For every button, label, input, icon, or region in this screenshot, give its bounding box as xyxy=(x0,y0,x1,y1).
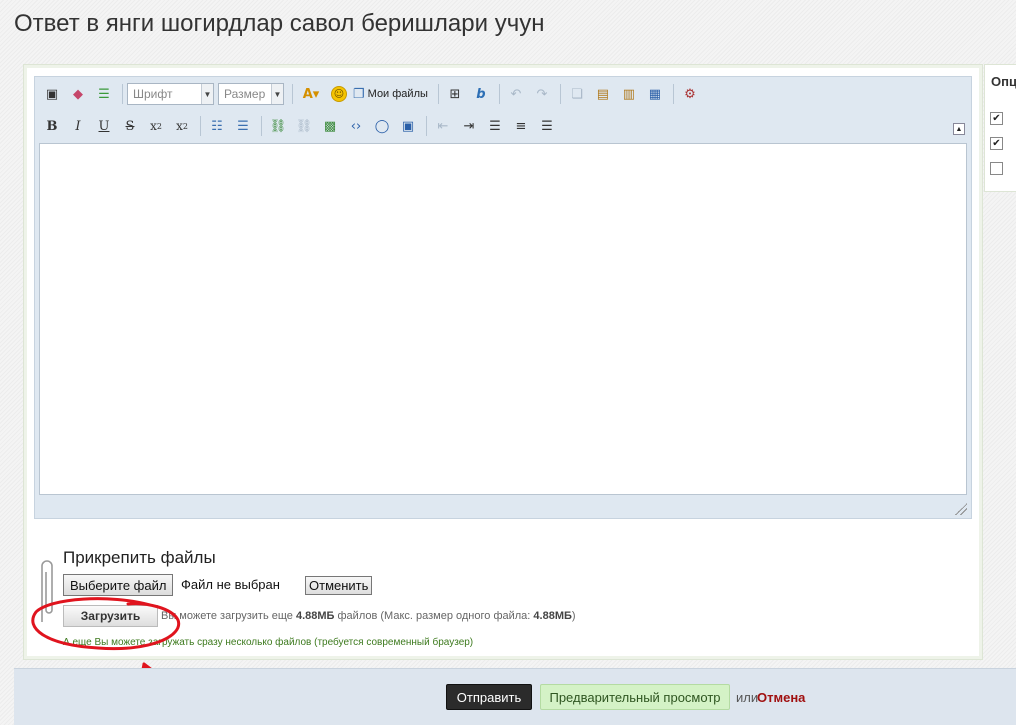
image-icon[interactable]: ▩ xyxy=(318,115,342,137)
choose-file-button[interactable]: Выберите файл xyxy=(63,574,174,596)
size-select[interactable]: Размер ▼ xyxy=(218,83,284,105)
table-icon[interactable]: ⊞ xyxy=(443,83,467,105)
my-files-icon: ❐ xyxy=(353,86,365,101)
upload-button[interactable]: Загрузить xyxy=(63,605,158,627)
my-files-button[interactable]: ❐ Мои файлы xyxy=(353,86,428,102)
editor-text-area[interactable] xyxy=(39,143,967,495)
multi-upload-note: А еще Вы можете загружать сразу нескольк… xyxy=(63,637,474,648)
attach-files-title: Прикрепить файлы xyxy=(63,548,216,567)
redo-icon[interactable]: ↷ xyxy=(530,83,554,105)
toolbar-separator xyxy=(426,116,427,136)
my-files-label: Мои файлы xyxy=(367,88,428,100)
upload-info-middle: файлов (Макс. размер одного файла: xyxy=(334,610,534,622)
or-text: или xyxy=(736,690,759,705)
smiley-face: ☺ xyxy=(331,86,347,102)
source-icon[interactable]: ▣ xyxy=(40,83,64,105)
copy-icon[interactable]: ❏ xyxy=(565,83,589,105)
toolbar-separator xyxy=(559,84,561,104)
chevron-down-icon: ▼ xyxy=(201,84,213,104)
wysiwyg-editor: ▣ ◆ ☰ Шрифт ▼ Размер ▼ A▾ ☺ ❐ Мои файлы … xyxy=(34,76,972,519)
outdent-icon[interactable]: ⇤ xyxy=(431,115,455,137)
numbered-list-icon[interactable]: ☰ xyxy=(231,115,255,137)
paperclip-icon xyxy=(41,560,53,622)
font-select[interactable]: Шрифт ▼ xyxy=(127,83,214,105)
indent-icon[interactable]: ⇥ xyxy=(457,115,481,137)
template-icon[interactable]: ☰ xyxy=(92,83,116,105)
toolbar-separator xyxy=(122,84,123,104)
paste-text-icon[interactable]: ▥ xyxy=(617,83,641,105)
toolbar-separator xyxy=(292,84,293,104)
no-file-chosen-text: Файл не выбран xyxy=(181,577,280,592)
font-select-label: Шрифт xyxy=(133,87,173,101)
align-center-icon[interactable]: ≡ xyxy=(509,115,533,137)
editor-toolbar-row-2: B I U S x2 x2 ☷ ☰ ⛓ ⛓ ▩ ‹› ◯ ▣ ⇤ ⇥ ☰ ≡ ☰ xyxy=(40,113,561,139)
paste-word-icon[interactable]: ▦ xyxy=(643,83,667,105)
toolbar-collapse-icon[interactable]: ▲ xyxy=(953,123,965,135)
cancel-link[interactable]: Отмена xyxy=(757,690,805,705)
resize-grip-icon[interactable] xyxy=(955,503,967,515)
subscript-icon[interactable]: x2 xyxy=(144,115,168,137)
upload-max-size: 4.88МБ xyxy=(533,610,572,622)
upload-info-prefix: Вы можете загрузить еще xyxy=(161,610,296,622)
option-checkbox-1[interactable]: ✔ xyxy=(990,112,1003,125)
bbcode-icon[interactable]: b xyxy=(469,83,493,105)
align-left-icon[interactable]: ☰ xyxy=(483,115,507,137)
cancel-upload-button[interactable]: Отменить xyxy=(305,576,373,595)
options-panel: Опц ✔ ✔ xyxy=(984,64,1016,192)
upload-info-suffix: ) xyxy=(571,610,576,622)
settings-icon[interactable]: ⚙ xyxy=(678,83,702,105)
upload-remaining-size: 4.88МБ xyxy=(295,610,335,622)
size-select-label: Размер xyxy=(224,87,266,101)
quote-icon[interactable]: ◯ xyxy=(370,115,394,137)
options-title: Опц xyxy=(991,74,1016,89)
unlink-icon[interactable]: ⛓ xyxy=(292,115,316,137)
italic-icon[interactable]: I xyxy=(66,115,90,137)
bold-icon[interactable]: B xyxy=(40,115,64,137)
align-right-icon[interactable]: ☰ xyxy=(535,115,559,137)
paste-icon[interactable]: ▤ xyxy=(591,83,615,105)
attach-files-section: Прикрепить файлы Выберите файл Файл не в… xyxy=(34,548,734,658)
video-icon[interactable]: ▣ xyxy=(396,115,420,137)
toolbar-separator xyxy=(672,84,674,104)
underline-icon[interactable]: U xyxy=(92,115,116,137)
toolbar-separator xyxy=(261,116,262,136)
smiley-icon[interactable]: ☺ xyxy=(327,83,351,105)
option-checkbox-3[interactable] xyxy=(990,162,1003,175)
page-title: Ответ в янги шогирдлар савол беришлари у… xyxy=(14,10,545,37)
superscript-icon[interactable]: x2 xyxy=(170,115,194,137)
strikethrough-icon[interactable]: S xyxy=(118,115,142,137)
toolbar-separator xyxy=(437,84,439,104)
bullet-list-icon[interactable]: ☷ xyxy=(205,115,229,137)
preview-button[interactable]: Предварительный просмотр xyxy=(540,684,730,710)
submit-button[interactable]: Отправить xyxy=(446,684,532,710)
editor-toolbar-row-1: ▣ ◆ ☰ Шрифт ▼ Размер ▼ A▾ ☺ ❐ Мои файлы … xyxy=(40,81,704,107)
link-icon[interactable]: ⛓ xyxy=(266,115,290,137)
chevron-down-icon: ▼ xyxy=(271,84,283,104)
font-color-icon[interactable]: A▾ xyxy=(297,83,325,105)
form-footer: Отправить Предварительный просмотр или О… xyxy=(14,668,1016,725)
option-checkbox-2[interactable]: ✔ xyxy=(990,137,1003,150)
upload-limit-info: Вы можете загрузить еще 4.88МБ файлов (М… xyxy=(161,610,576,622)
code-icon[interactable]: ‹› xyxy=(344,115,368,137)
eraser-icon[interactable]: ◆ xyxy=(66,83,90,105)
toolbar-separator xyxy=(498,84,500,104)
toolbar-separator xyxy=(200,116,201,136)
undo-icon[interactable]: ↶ xyxy=(504,83,528,105)
